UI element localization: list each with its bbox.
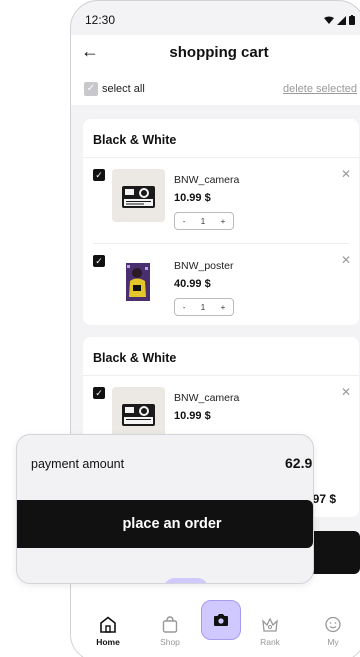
shopping-bag-icon bbox=[162, 616, 178, 633]
close-icon[interactable]: ✕ bbox=[341, 385, 351, 399]
decrease-button[interactable]: - bbox=[183, 217, 186, 226]
item-divider bbox=[93, 243, 349, 244]
camera-button[interactable] bbox=[201, 600, 241, 640]
item-checkbox[interactable]: ✓ bbox=[93, 169, 105, 181]
item-price: 10.99 $ bbox=[174, 410, 211, 422]
camera-icon bbox=[214, 614, 228, 626]
item-name: BNW_poster bbox=[174, 260, 234, 272]
quantity-value: 1 bbox=[200, 302, 206, 312]
signal-icon bbox=[337, 15, 346, 25]
screen: 12:30 ← shopping cart ✓ select all delet… bbox=[0, 0, 360, 657]
page-title: shopping cart bbox=[169, 44, 269, 61]
cart-item: ✓ BNW_camera 10.99 $ - 1 + ✕ bbox=[83, 159, 359, 243]
increase-button[interactable]: + bbox=[221, 303, 226, 312]
status-bar: 12:30 bbox=[85, 13, 355, 27]
section-title: Black & White bbox=[93, 133, 177, 147]
section-title: Black & White bbox=[93, 351, 177, 365]
nav-home[interactable]: Home bbox=[88, 616, 128, 647]
camera-thumbnail bbox=[112, 169, 165, 222]
quantity-value: 1 bbox=[200, 216, 206, 226]
payment-amount-label: payment amount bbox=[31, 457, 125, 471]
camera-thumbnail bbox=[112, 387, 165, 440]
section-divider bbox=[83, 375, 359, 376]
home-icon bbox=[100, 616, 116, 633]
quantity-stepper: - 1 + bbox=[174, 298, 234, 316]
select-all-label[interactable]: select all bbox=[102, 83, 145, 95]
select-all-checkbox[interactable]: ✓ bbox=[84, 82, 98, 96]
nav-shop-label: Shop bbox=[160, 637, 180, 647]
cart-item: ✓ BNW_poster 40.99 $ - 1 + ✕ bbox=[83, 245, 359, 329]
nav-home-label: Home bbox=[96, 637, 120, 647]
smile-icon bbox=[325, 616, 341, 633]
status-icons bbox=[324, 13, 355, 27]
item-checkbox[interactable]: ✓ bbox=[93, 387, 105, 399]
payment-popup: payment amount 62.9 place an order bbox=[16, 434, 314, 584]
item-price: 10.99 $ bbox=[174, 192, 211, 204]
close-icon[interactable]: ✕ bbox=[341, 253, 351, 267]
section-divider bbox=[83, 157, 359, 158]
delete-selected-link[interactable]: delete selected bbox=[283, 83, 357, 95]
wifi-icon bbox=[324, 16, 334, 24]
item-price: 40.99 $ bbox=[174, 278, 211, 290]
crown-icon bbox=[262, 617, 278, 632]
nav-rank[interactable]: Rank bbox=[250, 616, 290, 647]
nav-rank-label: Rank bbox=[260, 637, 280, 647]
popup-notch bbox=[163, 578, 209, 583]
select-bar: ✓ select all delete selected bbox=[71, 75, 360, 105]
decrease-button[interactable]: - bbox=[183, 303, 186, 312]
payment-amount-value: 62.9 bbox=[285, 455, 313, 471]
nav-shop[interactable]: Shop bbox=[150, 616, 190, 647]
increase-button[interactable]: + bbox=[221, 217, 226, 226]
poster-thumbnail bbox=[112, 255, 165, 308]
nav-my-label: My bbox=[327, 637, 339, 647]
cart-section: Black & White ✓ BNW_camera 10.99 $ - 1 +… bbox=[83, 119, 359, 325]
status-time: 12:30 bbox=[85, 13, 116, 27]
place-order-button[interactable]: place an order bbox=[17, 500, 313, 548]
item-checkbox[interactable]: ✓ bbox=[93, 255, 105, 267]
close-icon[interactable]: ✕ bbox=[341, 167, 351, 181]
quantity-stepper: - 1 + bbox=[174, 212, 234, 230]
nav-my[interactable]: My bbox=[313, 616, 353, 647]
item-name: BNW_camera bbox=[174, 392, 240, 404]
battery-icon bbox=[349, 15, 355, 25]
header: ← shopping cart bbox=[71, 35, 360, 75]
item-name: BNW_camera bbox=[174, 174, 240, 186]
